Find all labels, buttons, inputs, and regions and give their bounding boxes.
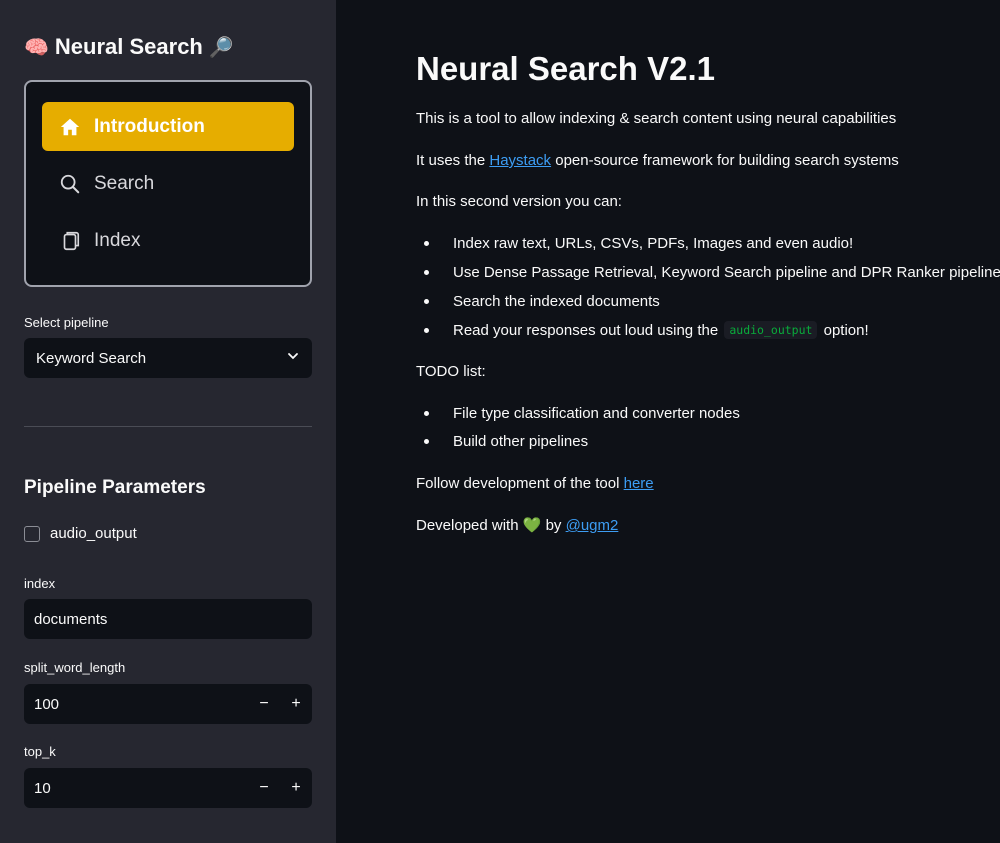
author-link[interactable]: @ugm2 xyxy=(566,517,619,534)
list-item: File type classification and converter n… xyxy=(416,405,740,422)
haystack-prefix: It uses the xyxy=(416,152,490,169)
top-k-label: top_k xyxy=(24,744,56,759)
haystack-link[interactable]: Haystack xyxy=(489,152,551,169)
audio-output-checkbox-row[interactable]: audio_output xyxy=(24,525,137,542)
search-icon xyxy=(58,172,82,196)
house-icon xyxy=(58,115,82,139)
green-heart-icon: 💚 xyxy=(522,517,542,534)
haystack-suffix: open-source framework for building searc… xyxy=(551,152,899,169)
app-title-text: Neural Search xyxy=(54,34,203,59)
sidebar-divider xyxy=(24,426,312,427)
sidebar: 🧠 Neural Search 🔎 Introduction Search In… xyxy=(0,0,336,843)
todo-title: TODO list: xyxy=(416,363,486,380)
app-title: 🧠 Neural Search 🔎 xyxy=(24,34,234,60)
chevron-down-icon xyxy=(286,349,300,367)
list-item: Read your responses out loud using the a… xyxy=(416,321,869,339)
select-pipeline-value: Keyword Search xyxy=(36,349,147,367)
copy-icon xyxy=(58,229,82,253)
read-prefix: Read your responses out loud using the xyxy=(453,321,719,339)
increment-button[interactable]: + xyxy=(280,684,312,724)
decrement-button[interactable]: − xyxy=(248,768,280,808)
nav-item-label: Index xyxy=(94,229,141,251)
split-word-length-label: split_word_length xyxy=(24,660,126,675)
audio-output-label: audio_output xyxy=(50,525,137,542)
read-suffix: option! xyxy=(823,321,869,339)
nav-menu: Introduction Search Index xyxy=(24,80,312,287)
list-item: Index raw text, URLs, CSVs, PDFs, Images… xyxy=(416,235,853,252)
increment-button[interactable]: + xyxy=(280,768,312,808)
nav-item-label: Search xyxy=(94,172,155,194)
brain-icon: 🧠 xyxy=(24,36,49,59)
haystack-text: It uses the Haystack open-source framewo… xyxy=(416,152,899,169)
developed-prefix: Developed with xyxy=(416,517,523,534)
follow-text: Follow development of the tool here xyxy=(416,475,654,492)
top-k-input[interactable]: 10 − + xyxy=(24,768,312,808)
index-label: index xyxy=(24,576,56,591)
list-item: Build other pipelines xyxy=(416,433,588,450)
select-pipeline-label: Select pipeline xyxy=(24,315,109,330)
split-word-length-value: 100 xyxy=(34,695,60,713)
nav-item-introduction[interactable]: Introduction xyxy=(42,102,294,151)
decrement-button[interactable]: − xyxy=(248,684,280,724)
nav-item-search[interactable]: Search xyxy=(42,159,294,208)
follow-prefix: Follow development of the tool xyxy=(416,475,624,492)
page-title: Neural Search V2.1 xyxy=(416,50,715,87)
index-input[interactable]: documents xyxy=(24,599,312,639)
audio-output-code: audio_output xyxy=(724,321,818,339)
magnifier-icon: 🔎 xyxy=(208,36,234,59)
here-link[interactable]: here xyxy=(624,475,654,492)
pipeline-parameters-title: Pipeline Parameters xyxy=(24,477,206,498)
developed-by: by xyxy=(541,517,566,534)
list-item: Use Dense Passage Retrieval, Keyword Sea… xyxy=(416,264,1000,281)
top-k-value: 10 xyxy=(34,779,51,797)
developed-text: Developed with 💚 by @ugm2 xyxy=(416,516,618,534)
intro-text: This is a tool to allow indexing & searc… xyxy=(416,110,897,127)
second-version-text: In this second version you can: xyxy=(416,193,622,210)
list-item: Search the indexed documents xyxy=(416,293,660,310)
audio-output-checkbox[interactable] xyxy=(24,525,40,542)
select-pipeline-dropdown[interactable]: Keyword Search xyxy=(24,338,312,378)
nav-item-label: Introduction xyxy=(94,115,205,137)
nav-item-index[interactable]: Index xyxy=(42,216,294,265)
index-value: documents xyxy=(34,610,108,628)
split-word-length-input[interactable]: 100 − + xyxy=(24,684,312,724)
